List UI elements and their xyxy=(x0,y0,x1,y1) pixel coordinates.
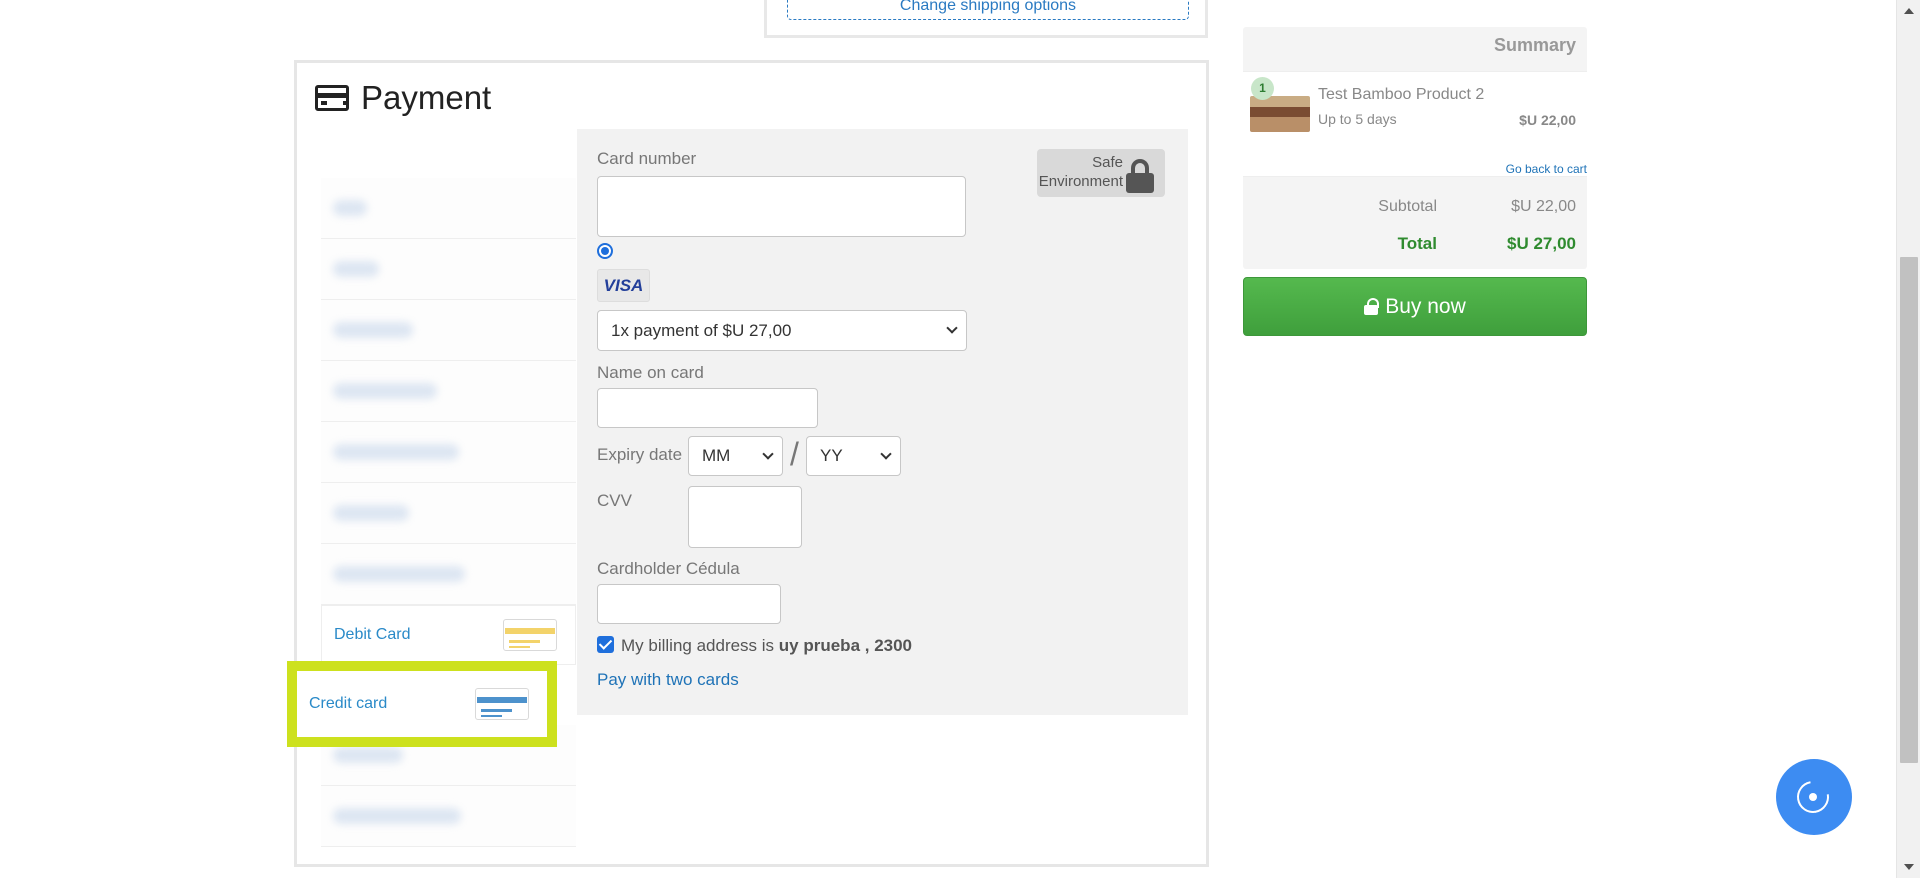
buy-now-button[interactable]: Buy now xyxy=(1243,277,1587,336)
name-on-card-input[interactable] xyxy=(597,388,818,428)
change-shipping-options-button[interactable]: Change shipping options xyxy=(787,0,1189,20)
scroll-down-icon[interactable] xyxy=(1904,864,1914,870)
payment-method-label: Credit card xyxy=(309,695,388,712)
payment-heading: Payment xyxy=(315,79,491,117)
installments-select[interactable]: 1x payment of $U 27,00 xyxy=(597,310,967,351)
product-thumbnail xyxy=(1250,96,1310,132)
order-summary: Summary 1 Test Bamboo Product 2 Up to 5 … xyxy=(1243,27,1587,269)
installments-value: 1x payment of $U 27,00 xyxy=(611,320,792,340)
blurred-payment-method[interactable] xyxy=(321,239,576,300)
cardholder-cedula-input[interactable] xyxy=(597,584,781,624)
card-number-label: Card number xyxy=(597,149,697,168)
payment-title: Payment xyxy=(361,79,492,116)
safe-text: Safe xyxy=(1092,154,1123,171)
lock-icon xyxy=(1364,298,1380,315)
subtotal-label: Subtotal xyxy=(1378,198,1437,215)
expiry-separator: / xyxy=(790,436,799,472)
payment-section: Payment Debit Card Credit card Card numb… xyxy=(287,60,1209,867)
total-value: $U 27,00 xyxy=(1507,234,1576,253)
delivery-time: Up to 5 days xyxy=(1318,111,1397,127)
billing-address-value: uy prueba , 2300 xyxy=(778,636,913,655)
environment-text: Environment xyxy=(1038,173,1123,190)
chevron-down-icon xyxy=(762,447,774,460)
chevron-down-icon xyxy=(946,322,958,334)
shipping-options-box: Change shipping options xyxy=(764,0,1208,38)
visa-card-brand: VISA xyxy=(597,269,650,302)
summary-title: Summary xyxy=(1493,35,1576,55)
blurred-payment-method[interactable] xyxy=(321,544,576,605)
buy-now-label: Buy now xyxy=(1385,294,1466,318)
chat-assistant-button[interactable] xyxy=(1776,759,1852,835)
chevron-down-icon xyxy=(880,447,892,460)
pay-with-two-cards-link[interactable]: Pay with two cards xyxy=(597,670,739,690)
payment-method-label: Debit Card xyxy=(334,626,411,643)
chat-assistant-dot xyxy=(1809,793,1817,801)
blurred-payment-method[interactable] xyxy=(321,483,576,544)
expiry-year-value: YY xyxy=(820,446,843,465)
vertical-scrollbar[interactable] xyxy=(1896,0,1920,878)
expiry-year-select[interactable]: YY xyxy=(806,436,901,476)
blurred-payment-method[interactable] xyxy=(321,786,576,847)
scrollbar-thumb[interactable] xyxy=(1900,257,1918,763)
lock-icon xyxy=(1126,159,1154,193)
credit-card-icon xyxy=(315,85,349,111)
safe-environment-badge: Safe Environment xyxy=(1037,149,1165,197)
blurred-payment-method[interactable] xyxy=(321,361,576,422)
expiry-month-value: MM xyxy=(702,446,731,465)
payment-method-credit-card[interactable]: Credit card xyxy=(287,661,557,747)
credit-card-small-icon xyxy=(475,688,529,720)
billing-address-checkbox[interactable] xyxy=(597,636,614,653)
card-brand-radio[interactable] xyxy=(597,243,613,259)
billing-address-text: My billing address is uy prueba , 2300 xyxy=(621,636,912,656)
expiry-month-select[interactable]: MM xyxy=(688,436,783,476)
product-price: $U 22,00 xyxy=(1519,112,1576,128)
name-on-card-label: Name on card xyxy=(597,363,704,382)
debit-card-icon xyxy=(503,619,557,651)
cvv-label: CVV xyxy=(597,491,632,510)
billing-address-prefix: My billing address is xyxy=(621,636,779,655)
card-number-input[interactable] xyxy=(597,176,966,237)
cvv-input[interactable] xyxy=(688,486,802,548)
go-back-to-cart-link[interactable]: Go back to cart xyxy=(1506,162,1587,176)
cardholder-cedula-label: Cardholder Cédula xyxy=(597,559,740,578)
total-label: Total xyxy=(1397,234,1437,253)
product-name: Test Bamboo Product 2 xyxy=(1318,86,1485,103)
credit-card-form: Card number VISA 1x payment of $U 27,00 … xyxy=(577,129,1188,715)
blurred-payment-method[interactable] xyxy=(321,422,576,483)
expiry-date-label: Expiry date xyxy=(597,445,683,464)
scroll-up-icon[interactable] xyxy=(1904,8,1914,14)
blurred-payment-method[interactable] xyxy=(321,178,576,239)
blurred-payment-method[interactable] xyxy=(321,300,576,361)
product-quantity-badge: 1 xyxy=(1251,77,1274,100)
subtotal-value: $U 22,00 xyxy=(1511,198,1576,215)
payment-method-debit-card[interactable]: Debit Card xyxy=(321,605,576,665)
